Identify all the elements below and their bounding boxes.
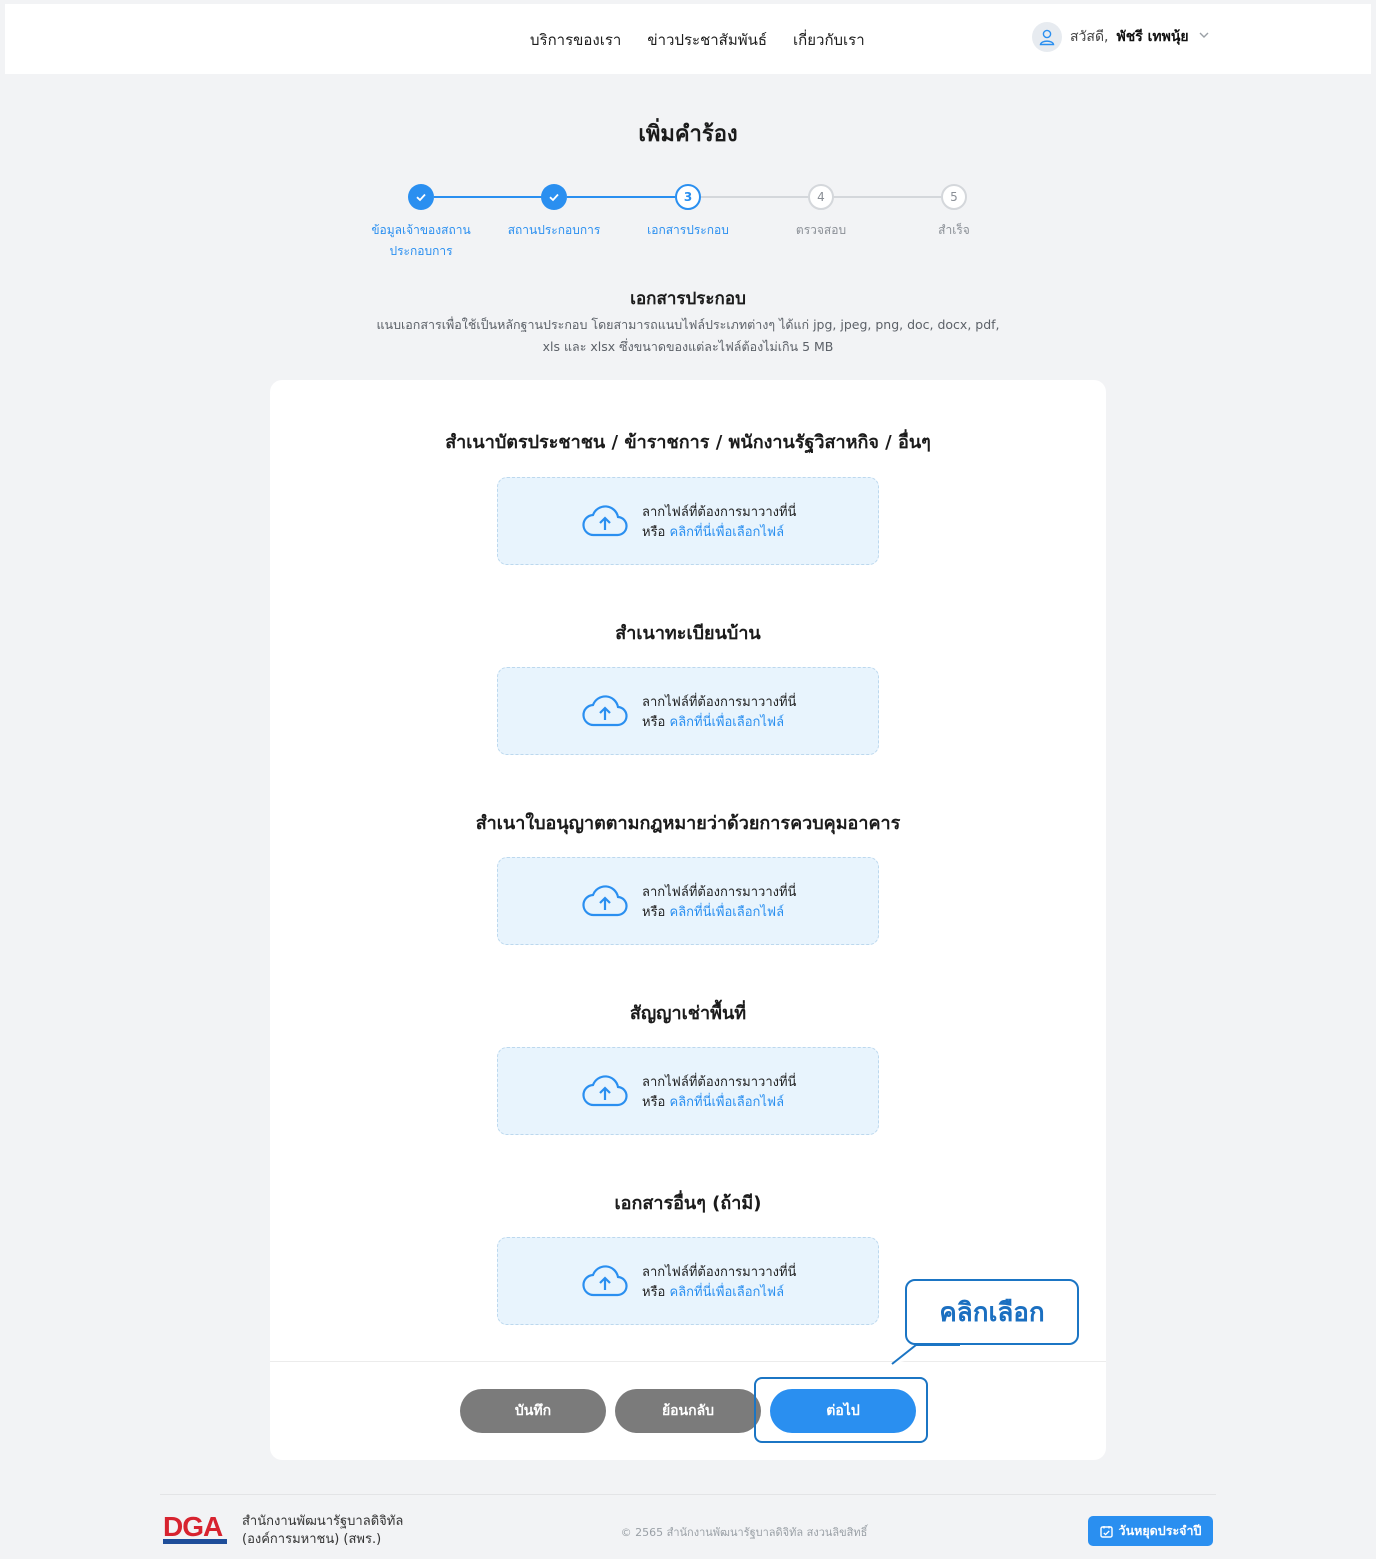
dropzone-text: ลากไฟล์ที่ต้องการมาวางที่นี่ หรือ คลิกที… [642, 503, 796, 543]
dropzone-house-registration[interactable]: ลากไฟล์ที่ต้องการมาวางที่นี่ หรือ คลิกที… [497, 667, 879, 755]
nav-services[interactable]: บริการของเรา [530, 28, 621, 52]
dropzone-drag-text: ลากไฟล์ที่ต้องการมาวางที่นี่ [642, 695, 797, 710]
section-title: เอกสารประกอบ [630, 289, 746, 309]
dropzone-drag-text: ลากไฟล์ที่ต้องการมาวางที่นี่ [642, 885, 797, 900]
dropzone-text: ลากไฟล์ที่ต้องการมาวางที่นี่ หรือ คลิกที… [642, 883, 796, 923]
card-divider [270, 1361, 1106, 1362]
step-connector [434, 196, 542, 198]
calendar-icon [1099, 1525, 1113, 1538]
step-2-circle [541, 184, 567, 210]
main-nav: บริการของเรา ข่าวประชาสัมพันธ์ เกี่ยวกับ… [530, 28, 865, 52]
step-connector [567, 196, 675, 198]
step-connector [833, 196, 941, 198]
dropzone-or-text: หรือ [642, 525, 666, 540]
dropzone-lease-contract[interactable]: ลากไฟล์ที่ต้องการมาวางที่นี่ หรือ คลิกที… [497, 1047, 879, 1135]
select-file-link[interactable]: คลิกที่นี่เพื่อเลือกไฟล์ [670, 1285, 785, 1300]
footer-divider [160, 1494, 1216, 1495]
doc-title-lease-contract: สัญญาเช่าพื้นที่ [629, 1003, 747, 1024]
dropzone-drag-text: ลากไฟล์ที่ต้องการมาวางที่นี่ [642, 1265, 797, 1280]
greeting-text: สวัสดี, [1070, 29, 1109, 45]
step-5-label: สำเร็จ [938, 223, 970, 237]
doc-title-building-permit: สำเนาใบอนุญาตตามกฎหมายว่าด้วยการควบคุมอา… [475, 813, 901, 834]
step-5-circle: 5 [941, 184, 967, 210]
cloud-upload-icon [582, 1264, 628, 1302]
user-name: พัชรี เทพนุ้ย [1116, 29, 1189, 45]
step-connector [700, 196, 808, 198]
section-description: แนบเอกสารเพื่อใช้เป็นหลักฐานประกอบ โดยสา… [376, 317, 1000, 354]
next-button-highlight [754, 1377, 928, 1443]
save-button[interactable]: บันทึก [460, 1389, 606, 1433]
annual-holiday-button[interactable]: วันหยุดประจำปี [1088, 1516, 1213, 1546]
dropzone-text: ลากไฟล์ที่ต้องการมาวางที่นี่ หรือ คลิกที… [642, 1263, 796, 1303]
cloud-upload-icon [582, 884, 628, 922]
cloud-upload-icon [582, 504, 628, 542]
user-avatar-icon [1032, 22, 1062, 52]
click-here-callout: คลิกเลือก [905, 1279, 1079, 1345]
step-1-circle [408, 184, 434, 210]
doc-title-id-card: สำเนาบัตรประชาชน / ข้าราชการ / พนักงานรั… [445, 432, 931, 453]
cloud-upload-icon [582, 1074, 628, 1112]
step-2-label: สถานประกอบการ [507, 223, 601, 237]
check-icon [549, 193, 559, 202]
step-4-label: ตรวจสอบ [795, 223, 847, 237]
dropzone-text: ลากไฟล์ที่ต้องการมาวางที่นี่ หรือ คลิกที… [642, 1073, 796, 1113]
select-file-link[interactable]: คลิกที่นี่เพื่อเลือกไฟล์ [670, 715, 785, 730]
step-1-label: ข้อมูลเจ้าของสถาน ประกอบการ [371, 223, 471, 258]
select-file-link[interactable]: คลิกที่นี่เพื่อเลือกไฟล์ [670, 1095, 785, 1110]
dropzone-drag-text: ลากไฟล์ที่ต้องการมาวางที่นี่ [642, 1075, 797, 1090]
nav-news[interactable]: ข่าวประชาสัมพันธ์ [647, 28, 767, 52]
callout-pointer [891, 1344, 960, 1365]
back-button[interactable]: ย้อนกลับ [615, 1389, 761, 1433]
select-file-link[interactable]: คลิกที่นี่เพื่อเลือกไฟล์ [670, 525, 785, 540]
annual-holiday-label: วันหยุดประจำปี [1118, 1523, 1202, 1538]
dropzone-or-text: หรือ [642, 715, 666, 730]
dropzone-or-text: หรือ [642, 1095, 666, 1110]
dropzone-text: ลากไฟล์ที่ต้องการมาวางที่นี่ หรือ คลิกที… [642, 693, 796, 733]
dropzone-other-documents[interactable]: ลากไฟล์ที่ต้องการมาวางที่นี่ หรือ คลิกที… [497, 1237, 879, 1325]
page-title: เพิ่มคำร้อง [638, 122, 738, 147]
user-menu[interactable]: สวัสดี, พัชรี เทพนุ้ย [1032, 22, 1211, 52]
dropzone-drag-text: ลากไฟล์ที่ต้องการมาวางที่นี่ [642, 505, 797, 520]
doc-title-house-registration: สำเนาทะเบียนบ้าน [615, 623, 761, 644]
cloud-upload-icon [582, 694, 628, 732]
dropzone-or-text: หรือ [642, 905, 666, 920]
dropzone-or-text: หรือ [642, 1285, 666, 1300]
step-4-circle: 4 [808, 184, 834, 210]
nav-about[interactable]: เกี่ยวกับเรา [793, 28, 865, 52]
dropzone-building-permit[interactable]: ลากไฟล์ที่ต้องการมาวางที่นี่ หรือ คลิกที… [497, 857, 879, 945]
dropzone-id-card[interactable]: ลากไฟล์ที่ต้องการมาวางที่นี่ หรือ คลิกที… [497, 477, 879, 565]
step-3-label: เอกสารประกอบ [647, 223, 729, 237]
step-3-circle: 3 [675, 184, 701, 210]
chevron-down-icon [1197, 28, 1211, 46]
doc-title-other-documents: เอกสารอื่นๆ (ถ้ามี) [614, 1193, 762, 1214]
check-icon [416, 193, 426, 202]
select-file-link[interactable]: คลิกที่นี่เพื่อเลือกไฟล์ [670, 905, 785, 920]
